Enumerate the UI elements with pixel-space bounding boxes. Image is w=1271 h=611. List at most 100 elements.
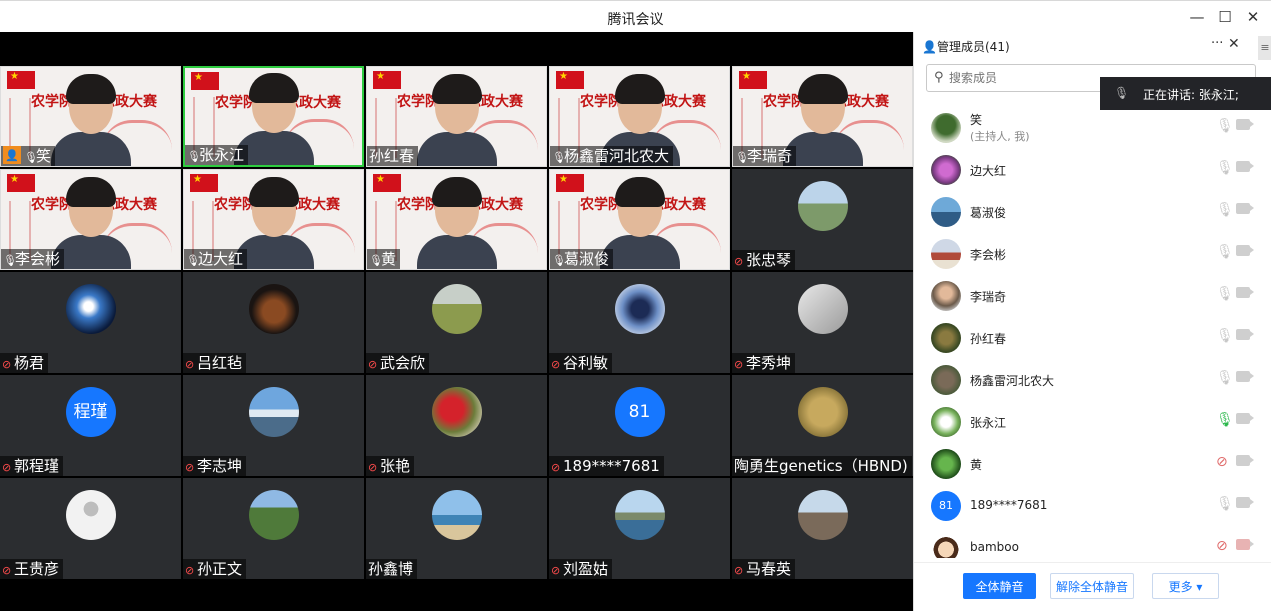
participant-name-label: 👤 🎙笑 <box>1 146 56 166</box>
video-tile[interactable]: ⊘ 王贵彦 <box>0 478 181 579</box>
participant-name: 边大红 <box>198 250 244 268</box>
camera-icon[interactable] <box>1236 245 1254 256</box>
microphone-icon: 🎙 <box>24 151 38 164</box>
member-name: 笑 <box>970 113 983 127</box>
maximize-button[interactable]: ☐ <box>1214 7 1236 27</box>
video-tile[interactable]: 农学院课程思政大赛🎙李瑞奇 <box>732 66 913 167</box>
member-row[interactable]: 笑 (主持人, 我) 🎙 <box>914 108 1259 150</box>
camera-icon[interactable] <box>1236 497 1254 508</box>
video-tile[interactable]: 农学院课程思政大赛🎙黄 <box>366 169 547 270</box>
sidebar-toggle-icon[interactable]: ≡ <box>1258 36 1271 60</box>
video-tile[interactable]: ⊘ 张艳 <box>366 375 547 476</box>
video-tile[interactable]: 农学院课程思政大赛🎙杨鑫雷河北农大 <box>549 66 730 167</box>
member-avatar <box>931 323 961 353</box>
member-row[interactable]: 李瑞奇 🎙 <box>914 276 1259 318</box>
microphone-icon[interactable]: 🎙 <box>1216 286 1234 302</box>
participant-name-label: ⊘ 张艳 <box>366 456 415 476</box>
video-tile[interactable]: 农学院课程思政大赛🎙葛淑俊 <box>549 169 730 270</box>
video-tile[interactable]: ⊘ 李志坤 <box>183 375 364 476</box>
member-row[interactable]: 葛淑俊 🎙 <box>914 192 1259 234</box>
video-tile[interactable]: ⊘ 谷利敏 <box>549 272 730 373</box>
video-tile[interactable]: 程瑾 ⊘ 郭程瑾 <box>0 375 181 476</box>
participant-name-label: ⊘ 189****7681 <box>549 456 664 476</box>
mic-muted-icon: ⊘ <box>2 564 12 577</box>
video-tile[interactable]: ⊘ 杨君 <box>0 272 181 373</box>
member-name: 边大红 <box>970 164 1007 178</box>
microphone-icon[interactable]: 🎙 <box>1216 328 1234 344</box>
camera-icon[interactable] <box>1236 455 1254 466</box>
flag-icon <box>7 174 35 192</box>
video-tile[interactable]: ⊘ 李秀坤 <box>732 272 913 373</box>
camera-icon[interactable] <box>1236 371 1254 382</box>
member-row[interactable]: 边大红 🎙 <box>914 150 1259 192</box>
member-list: 笑 (主持人, 我) 🎙 边大红 🎙 葛淑俊 🎙 李会彬 🎙 李瑞奇 🎙 孙红春 🎙 杨鑫雷河北农大 🎙 张永… <box>914 108 1259 558</box>
close-window-button[interactable]: ✕ <box>1242 7 1264 27</box>
more-options-icon[interactable]: ··· <box>1211 36 1223 51</box>
microphone-icon[interactable]: 🎙 <box>1216 244 1234 260</box>
member-row[interactable]: 杨鑫雷河北农大 🎙 <box>914 360 1259 402</box>
more-actions-button[interactable]: 更多 ▾ <box>1152 573 1219 599</box>
participant-name: 李会彬 <box>15 250 61 268</box>
microphone-icon[interactable]: 🎙 <box>1216 370 1234 386</box>
microphone-icon[interactable]: 🎙 <box>1216 496 1234 512</box>
microphone-icon[interactable]: 🎙 <box>1216 412 1234 428</box>
participant-name-label: 陶勇生genetics（HBND) <box>732 456 912 476</box>
video-tile[interactable]: ⊘ 孙正文 <box>183 478 364 579</box>
member-row[interactable]: 李会彬 🎙 <box>914 234 1259 276</box>
participant-avatar <box>614 284 665 334</box>
mute-all-button[interactable]: 全体静音 <box>963 573 1036 599</box>
camera-icon[interactable] <box>1236 287 1254 298</box>
member-row[interactable]: 81 189****7681 🎙 <box>914 486 1259 528</box>
video-tile[interactable]: ⊘ 武会欣 <box>366 272 547 373</box>
video-tile[interactable]: ⊘ 刘盈姑 <box>549 478 730 579</box>
member-avatar: 81 <box>931 491 961 521</box>
mic-muted-icon: ⊘ <box>368 358 378 371</box>
microphone-icon: 🎙 <box>1114 86 1130 100</box>
camera-icon[interactable] <box>1236 161 1254 172</box>
participant-name: 杨鑫雷河北农大 <box>564 147 670 165</box>
camera-icon[interactable] <box>1236 203 1254 214</box>
participant-name: 李秀坤 <box>746 354 792 372</box>
video-tile[interactable]: 孙鑫博 <box>366 478 547 579</box>
unmute-all-button[interactable]: 解除全体静音 <box>1050 573 1134 599</box>
video-tile[interactable]: ⊘ 马春英 <box>732 478 913 579</box>
microphone-icon: 🎙 <box>186 254 200 267</box>
member-row[interactable]: 黄 ⊘ <box>914 444 1259 486</box>
video-tile[interactable]: ⊘ 吕红毡 <box>183 272 364 373</box>
minimize-button[interactable]: — <box>1186 7 1208 27</box>
mic-muted-icon[interactable]: ⊘ <box>1216 538 1228 554</box>
video-tile[interactable]: 农学院课程思政大赛👤🎙笑 <box>0 66 181 167</box>
participant-name-label: 孙鑫博 <box>366 559 418 579</box>
video-tile[interactable]: 农学院课程思政大赛🎙李会彬 <box>0 169 181 270</box>
microphone-icon[interactable]: 🎙 <box>1216 118 1234 134</box>
microphone-icon: 🎙 <box>552 254 566 267</box>
video-tile[interactable]: 农学院课程思政大赛孙红春 <box>366 66 547 167</box>
camera-off-icon[interactable] <box>1236 539 1254 550</box>
camera-icon[interactable] <box>1236 413 1254 424</box>
member-role: (主持人, 我) <box>970 130 1030 143</box>
video-tile[interactable]: 81 ⊘ 189****7681 <box>549 375 730 476</box>
participant-name: 张忠琴 <box>746 251 792 269</box>
microphone-icon[interactable]: 🎙 <box>1216 160 1234 176</box>
participant-name: 谷利敏 <box>563 354 609 372</box>
video-tile[interactable]: 农学院课程思政大赛🎙张永江 <box>183 66 364 167</box>
mic-muted-icon: ⊘ <box>734 255 744 268</box>
member-row[interactable]: 孙红春 🎙 <box>914 318 1259 360</box>
camera-icon[interactable] <box>1236 119 1254 130</box>
member-name: 葛淑俊 <box>970 206 1007 220</box>
flag-icon <box>739 71 767 89</box>
camera-icon[interactable] <box>1236 329 1254 340</box>
member-row[interactable]: bamboo ⊘ <box>914 528 1259 558</box>
video-tile[interactable]: 陶勇生genetics（HBND) <box>732 375 913 476</box>
member-row[interactable]: 张永江 🎙 <box>914 402 1259 444</box>
microphone-icon[interactable]: 🎙 <box>1216 202 1234 218</box>
speaking-text: 正在讲话: 张永江; <box>1143 88 1239 102</box>
video-tile[interactable]: ⊘ 张忠琴 <box>732 169 913 270</box>
participant-avatar <box>614 490 665 540</box>
participant-avatar <box>65 490 116 540</box>
video-tile[interactable]: 农学院课程思政大赛🎙边大红 <box>183 169 364 270</box>
participant-avatar <box>431 387 482 437</box>
close-panel-icon[interactable]: ✕ <box>1228 36 1240 52</box>
participant-avatar <box>431 284 482 334</box>
mic-muted-icon[interactable]: ⊘ <box>1216 454 1228 470</box>
